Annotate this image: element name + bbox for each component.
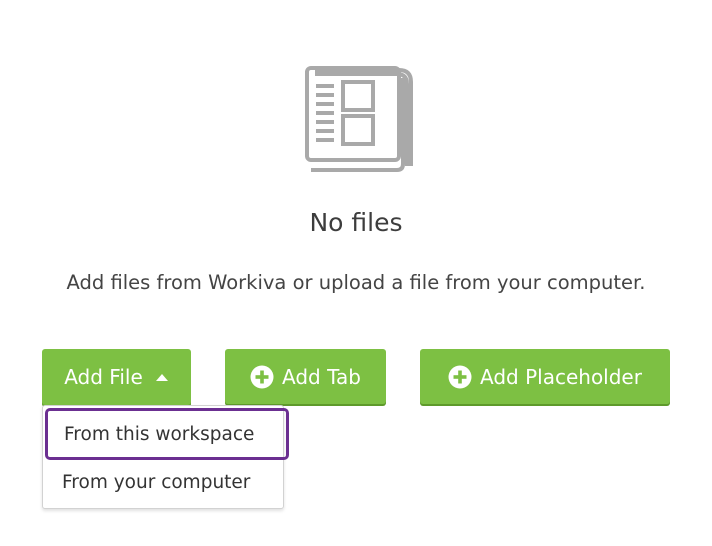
menu-item-label: From this workspace [64,423,255,445]
add-file-label: Add File [64,365,143,389]
plus-circle-icon [250,365,274,388]
add-placeholder-label: Add Placeholder [480,364,642,389]
empty-state-message: Add files from Workiva or upload a file … [66,271,646,294]
menu-item-label: From your computer [62,471,251,493]
plus-circle-icon [448,365,472,388]
menu-item-from-computer[interactable]: From your computer [43,461,283,503]
add-tab-button[interactable]: Add Tab [225,349,386,404]
add-file-dropdown-menu: From this workspace From your computer [42,405,289,509]
menu-item-from-workspace[interactable]: From this workspace [45,408,289,460]
caret-up-icon [155,374,168,381]
empty-state-title: No files [309,208,403,237]
files-icon [305,66,413,172]
add-tab-label: Add Tab [282,364,361,389]
add-file-button[interactable]: Add File [42,349,191,405]
add-placeholder-button[interactable]: Add Placeholder [420,349,670,404]
